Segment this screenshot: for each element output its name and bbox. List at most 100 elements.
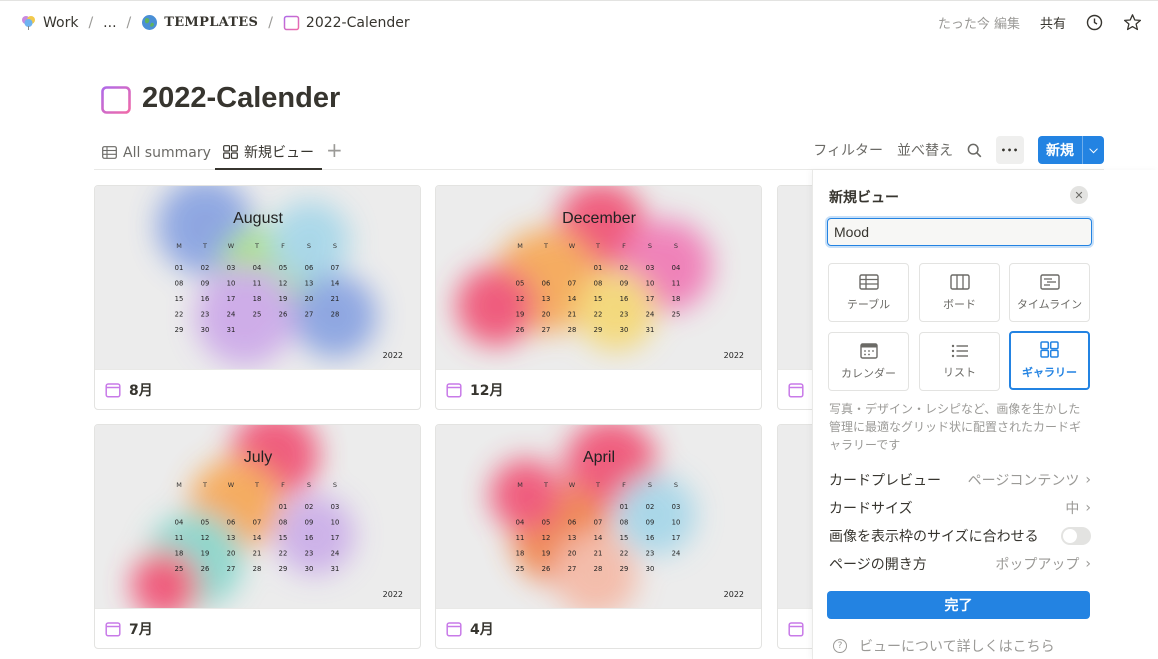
gallery-icon: [1040, 341, 1059, 358]
day-number: 04: [253, 264, 262, 272]
chevron-right-icon: ›: [1085, 500, 1091, 516]
day-number: 09: [646, 519, 655, 527]
layout-label: リスト: [943, 365, 976, 379]
day-number: 04: [516, 519, 525, 527]
gallery-card-april[interactable]: April M T W T F S S 01 02 03 04 05 06 07 08 09 10 11 12 13 14…: [435, 424, 762, 649]
breadcrumb-ellipsis[interactable]: ...: [101, 15, 118, 31]
day-number: 26: [279, 311, 288, 319]
color-blob: [616, 475, 696, 555]
fit-image-toggle[interactable]: [1061, 527, 1091, 545]
day-number: 26: [542, 565, 551, 573]
day-number: 23: [305, 550, 314, 558]
filter-button[interactable]: フィルター: [813, 140, 883, 160]
layout-label: ギャラリー: [1022, 366, 1077, 379]
card-cover-image: [778, 186, 812, 369]
done-button[interactable]: 完了: [827, 591, 1090, 619]
new-button[interactable]: 新規 ⌵: [1038, 136, 1104, 164]
day-number: 28: [594, 565, 603, 573]
page-title: 2022-Calender: [142, 82, 341, 114]
card-title: 7月: [129, 622, 153, 638]
more-options-button[interactable]: •••: [996, 136, 1024, 164]
last-edited: たった今 編集: [937, 17, 1020, 32]
gallery-card-partial[interactable]: [777, 424, 812, 649]
day-number: 23: [201, 311, 210, 319]
day-number: 20: [305, 295, 314, 303]
year-label: 2022: [383, 351, 403, 360]
tab-all-summary[interactable]: All summary: [94, 135, 219, 170]
star-icon[interactable]: [1123, 13, 1142, 32]
layout-option-board[interactable]: ボード: [919, 263, 1000, 322]
layout-option-timeline[interactable]: タイムライン: [1009, 263, 1090, 322]
year-label: 2022: [724, 351, 744, 360]
layout-option-calendar[interactable]: カレンダー: [828, 332, 909, 391]
day-number: 20: [568, 550, 577, 558]
day-number: 09: [620, 280, 629, 288]
weekday-label: W: [228, 481, 235, 489]
new-button-label[interactable]: 新規: [1038, 136, 1082, 164]
close-icon[interactable]: ✕: [1070, 186, 1088, 204]
day-number: 29: [594, 326, 603, 334]
day-number: 06: [568, 519, 577, 527]
day-number: 03: [646, 264, 655, 272]
share-button[interactable]: 共有: [1040, 13, 1066, 32]
search-icon[interactable]: [967, 143, 982, 158]
card-preview-setting[interactable]: カードプレビュー ページコンテンツ ›: [829, 470, 1091, 490]
day-number: 22: [620, 550, 629, 558]
gallery-card-december[interactable]: December M T W T F S S 01 02 03 04 05 06 07 08 09 10 11 12 1…: [435, 185, 762, 410]
setting-value: 中: [1065, 501, 1080, 517]
weekday-label: W: [569, 481, 576, 489]
day-number: 02: [201, 264, 210, 272]
breadcrumb-work-label: Work: [43, 14, 79, 31]
breadcrumb-templates[interactable]: TEMPLATES: [139, 14, 260, 31]
help-link[interactable]: ? ビューについて詳しくはこちら: [833, 636, 1055, 656]
day-number: 06: [305, 264, 314, 272]
day-number: 18: [175, 550, 184, 558]
weekday-label: M: [517, 481, 523, 489]
layout-option-list[interactable]: リスト: [919, 332, 1000, 391]
day-number: 14: [568, 295, 577, 303]
breadcrumb-work[interactable]: Work: [18, 14, 80, 31]
add-view-button[interactable]: +: [326, 138, 343, 162]
card-size-setting[interactable]: カードサイズ 中 ›: [829, 498, 1091, 518]
layout-label: ボード: [943, 297, 976, 311]
weekday-label: F: [281, 242, 285, 250]
day-number: 18: [516, 550, 525, 558]
card-cover-image: April M T W T F S S 01 02 03 04 05 06 07 08 09 10 11 12 13 14…: [436, 425, 761, 608]
card-title: 12月: [470, 383, 504, 399]
day-number: 08: [175, 280, 184, 288]
timeline-icon: [1039, 273, 1060, 290]
breadcrumb-page-label: 2022-Calender: [305, 14, 410, 31]
day-number: 19: [201, 550, 210, 558]
sort-button[interactable]: 並べ替え: [897, 140, 953, 160]
breadcrumb-current-page[interactable]: 2022-Calender: [281, 14, 412, 31]
day-number: 27: [305, 311, 314, 319]
day-number: 10: [227, 280, 236, 288]
clock-icon[interactable]: [1086, 14, 1103, 31]
color-blob: [456, 266, 536, 346]
question-icon: ?: [833, 639, 847, 653]
help-label: ビューについて詳しくはこちら: [859, 639, 1055, 655]
setting-label: ページの開き方: [829, 557, 927, 573]
day-number: 28: [253, 565, 262, 573]
chevron-down-icon[interactable]: ⌵: [1082, 136, 1104, 164]
weekday-label: S: [648, 242, 652, 250]
layout-option-table[interactable]: テーブル: [828, 263, 909, 322]
breadcrumb-separator: /: [268, 14, 273, 31]
month-title: April: [583, 449, 615, 466]
day-number: 21: [331, 295, 340, 303]
calendar-icon: [105, 383, 121, 398]
gallery-card-july[interactable]: July M T W T F S S 01 02 03 04 05 06 07 08 09 10 11 12 13 14 1…: [94, 424, 421, 649]
gallery-card-august[interactable]: August M T W T F S S 01 02 03 04 05 06 07 08 09 10 11 12 13 1…: [94, 185, 421, 410]
top-bar: Work / ... / TEMPLATES / 2022-Calender た…: [0, 0, 1158, 46]
setting-label: 画像を表示枠のサイズに合わせる: [829, 529, 1039, 545]
color-blob: [576, 271, 656, 351]
open-as-setting[interactable]: ページの開き方 ポップアップ ›: [829, 554, 1091, 574]
tab-new-view[interactable]: 新規ビュー: [215, 135, 322, 170]
day-number: 17: [227, 295, 236, 303]
day-number: 21: [568, 311, 577, 319]
top-actions: たった今 編集 共有: [938, 13, 1142, 32]
layout-option-gallery[interactable]: ギャラリー: [1009, 331, 1090, 390]
view-name-input[interactable]: [827, 218, 1092, 246]
gallery-card-partial[interactable]: [777, 185, 812, 410]
new-view-panel: 新規ビュー ✕ テーブル ボード タイムライン カレンダー リスト ギャラリー …: [812, 170, 1158, 659]
